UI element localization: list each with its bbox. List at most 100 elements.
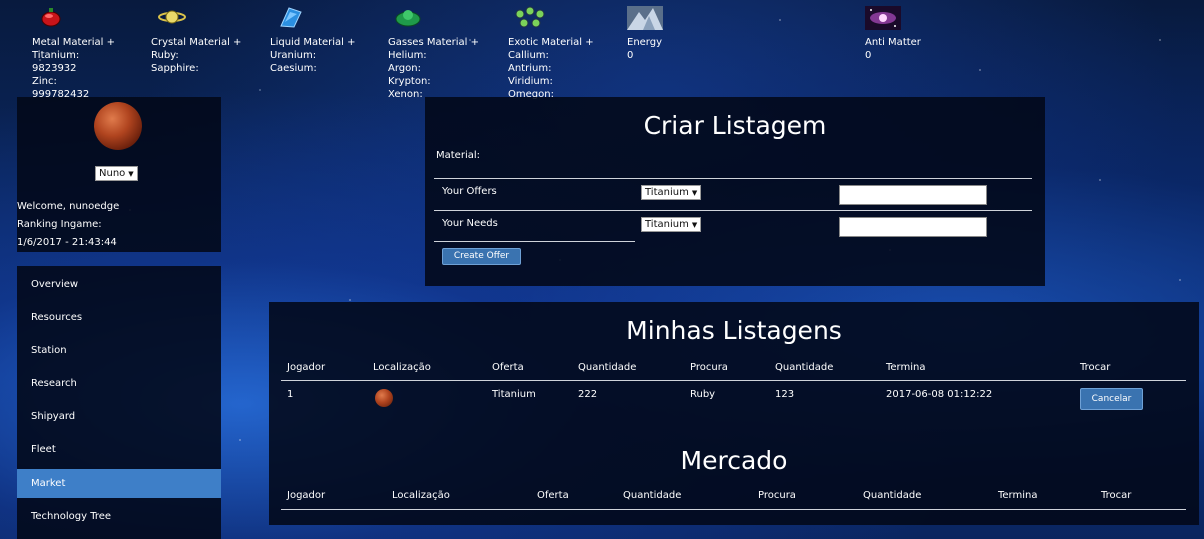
column-header: Jogador [287, 490, 326, 501]
chevron-down-icon: ▼ [128, 170, 134, 178]
antimatter-icon [865, 6, 901, 30]
resource-title: Gasses Material + [388, 37, 480, 48]
nav-label: Market [31, 478, 66, 489]
resource-title: Metal Material + [32, 37, 115, 48]
cancel-listing-button[interactable]: Cancelar [1080, 388, 1143, 410]
cell-termina: 2017-06-08 01:12:22 [886, 389, 993, 400]
resource-line: Viridium: [508, 76, 553, 87]
energy-icon [627, 6, 663, 30]
resource-antimatter[interactable]: Anti Matter 0 [865, 6, 921, 62]
nav-item-market[interactable]: Market [17, 469, 221, 498]
exotic-icon [514, 6, 545, 28]
user-panel: Nuno ▼ Welcome, nunoedge Ranking Ingame: … [17, 97, 221, 252]
column-header: Trocar [1101, 490, 1132, 501]
create-offer-button[interactable]: Create Offer [442, 248, 521, 265]
resource-title: Liquid Material + [270, 37, 356, 48]
resource-gas[interactable]: Gasses Material + Helium: Argon: Krypton… [388, 6, 479, 101]
resource-exotic[interactable]: Exotic Material + Callium: Antrium: Viri… [508, 6, 594, 101]
column-header: Termina [886, 362, 926, 373]
server-datetime: 1/6/2017 - 21:43:44 [17, 237, 117, 248]
cell-quantidade: 123 [775, 389, 795, 400]
table-header-divider [281, 509, 1186, 510]
needs-select-value: Titanium [645, 219, 689, 230]
resource-metal[interactable]: Metal Material + Titanium: 9823932 Zinc:… [32, 6, 115, 101]
nav-item-technology-tree[interactable]: Technology Tree [17, 502, 221, 531]
nav-label: Overview [31, 279, 79, 290]
offers-select-value: Titanium [645, 187, 689, 198]
metal-icon [38, 6, 64, 28]
divider [434, 241, 635, 242]
crystal-icon [157, 6, 186, 28]
resource-line: Helium: [388, 50, 427, 61]
create-listing-title: Criar Listagem [643, 111, 827, 140]
chevron-down-icon: ▼ [691, 221, 698, 229]
gas-icon [394, 6, 421, 28]
resource-line: Krypton: [388, 76, 431, 87]
column-header: Procura [690, 362, 728, 373]
resource-line: Antrium: [508, 63, 552, 74]
resource-crystal[interactable]: Crystal Material + Ruby: Sapphire: [151, 6, 241, 75]
resource-line: 0 [865, 50, 872, 61]
liquid-icon [276, 6, 302, 28]
nav-item-station[interactable]: Station [17, 336, 221, 365]
resource-title: Exotic Material + [508, 37, 594, 48]
planet-icon[interactable] [94, 102, 142, 150]
create-listing-panel: Criar Listagem Material: Your Offers Tit… [425, 97, 1045, 286]
nav-item-shipyard[interactable]: Shipyard [17, 402, 221, 431]
nav-label: Technology Tree [31, 511, 112, 522]
offers-material-select[interactable]: Titanium ▼ [641, 185, 702, 200]
column-header: Quantidade [578, 362, 637, 373]
cell-jogador: 1 [287, 389, 294, 400]
column-header: Localização [373, 362, 431, 373]
resource-line: Caesium: [270, 63, 317, 74]
offers-quantity-input[interactable] [839, 185, 987, 205]
needs-quantity-input[interactable] [839, 217, 987, 237]
player-select-value: Nuno [99, 168, 126, 179]
column-header: Oferta [537, 490, 569, 501]
column-header: Termina [998, 490, 1038, 501]
column-header: Quantidade [623, 490, 682, 501]
nav-label: Shipyard [31, 411, 76, 422]
resource-line: Ruby: [151, 50, 179, 61]
resource-line: Zinc: [32, 76, 57, 87]
listings-panel: Minhas Listagens Jogador Localização Ofe… [269, 302, 1199, 525]
resource-title: Energy [627, 37, 663, 48]
resource-liquid[interactable]: Liquid Material + Uranium: Caesium: [270, 6, 356, 75]
divider [434, 210, 1032, 211]
resource-line: 9823932 [32, 63, 77, 74]
column-header: Trocar [1080, 362, 1111, 373]
chevron-down-icon: ▼ [691, 189, 698, 197]
cell-quantidade: 222 [578, 389, 598, 400]
cell-oferta: Titanium [492, 389, 536, 400]
divider [434, 178, 1032, 179]
sidebar-nav: Overview Resources Station Research Ship… [17, 266, 221, 539]
nav-item-overview[interactable]: Overview [17, 270, 221, 299]
nav-item-fleet[interactable]: Fleet [17, 435, 221, 464]
cell-procura: Ruby [690, 389, 716, 400]
player-select[interactable]: Nuno ▼ [95, 166, 138, 181]
planet-location-icon[interactable] [375, 389, 393, 407]
resource-energy[interactable]: Energy 0 [627, 6, 663, 62]
nav-item-research[interactable]: Research [17, 369, 221, 398]
market-title: Mercado [680, 446, 788, 475]
needs-material-select[interactable]: Titanium ▼ [641, 217, 702, 232]
resource-title: Anti Matter [865, 37, 921, 48]
material-label: Material: [436, 150, 480, 161]
resource-line: Callium: [508, 50, 549, 61]
offers-label: Your Offers [442, 186, 497, 197]
resource-bar: Metal Material + Titanium: 9823932 Zinc:… [0, 0, 1204, 100]
needs-label: Your Needs [442, 218, 498, 229]
ranking-text: Ranking Ingame: [17, 219, 102, 230]
column-header: Quantidade [775, 362, 834, 373]
table-header-divider [281, 380, 1186, 381]
welcome-text: Welcome, nunoedge [17, 201, 120, 212]
column-header: Procura [758, 490, 796, 501]
nav-label: Fleet [31, 444, 56, 455]
nav-item-resources[interactable]: Resources [17, 303, 221, 332]
resource-line: Sapphire: [151, 63, 199, 74]
column-header: Localização [392, 490, 450, 501]
column-header: Quantidade [863, 490, 922, 501]
resource-line: Uranium: [270, 50, 317, 61]
resource-line: Argon: [388, 63, 421, 74]
my-listings-title: Minhas Listagens [626, 316, 842, 345]
